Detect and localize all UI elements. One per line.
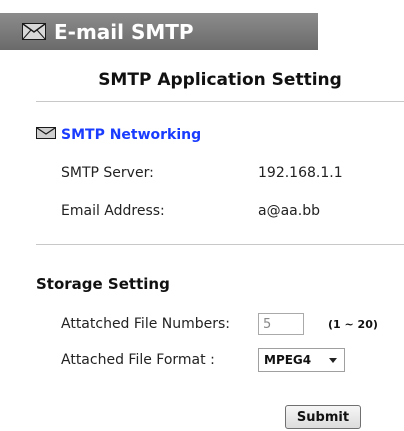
smtp-section-heading: SMTP Networking (36, 127, 201, 143)
chevron-down-icon (329, 358, 337, 363)
file-numbers-range-hint: (1 ~ 20) (328, 318, 378, 331)
storage-setting-title: Storage Setting (36, 275, 170, 293)
page-title: SMTP Application Setting (98, 70, 342, 90)
file-format-select[interactable]: MPEG4 (258, 348, 345, 372)
smtp-server-label: SMTP Server: (61, 165, 154, 181)
header-title: E-mail SMTP (54, 19, 194, 44)
email-address-label: Email Address: (61, 203, 165, 219)
smtp-server-value: 192.168.1.1 (258, 165, 343, 181)
email-address-value: a@aa.bb (258, 203, 320, 219)
submit-button[interactable]: Submit (285, 405, 361, 429)
file-format-label: Attached File Format : (61, 352, 215, 368)
envelope-icon (36, 127, 56, 139)
envelope-icon (22, 23, 46, 40)
file-numbers-input[interactable] (258, 313, 304, 335)
divider (36, 101, 404, 102)
header-bar: E-mail SMTP (0, 13, 318, 50)
file-numbers-label: Attatched File Numbers: (61, 316, 231, 332)
file-format-selected-value: MPEG4 (264, 353, 312, 367)
divider (36, 244, 404, 245)
smtp-section-title: SMTP Networking (61, 127, 202, 143)
